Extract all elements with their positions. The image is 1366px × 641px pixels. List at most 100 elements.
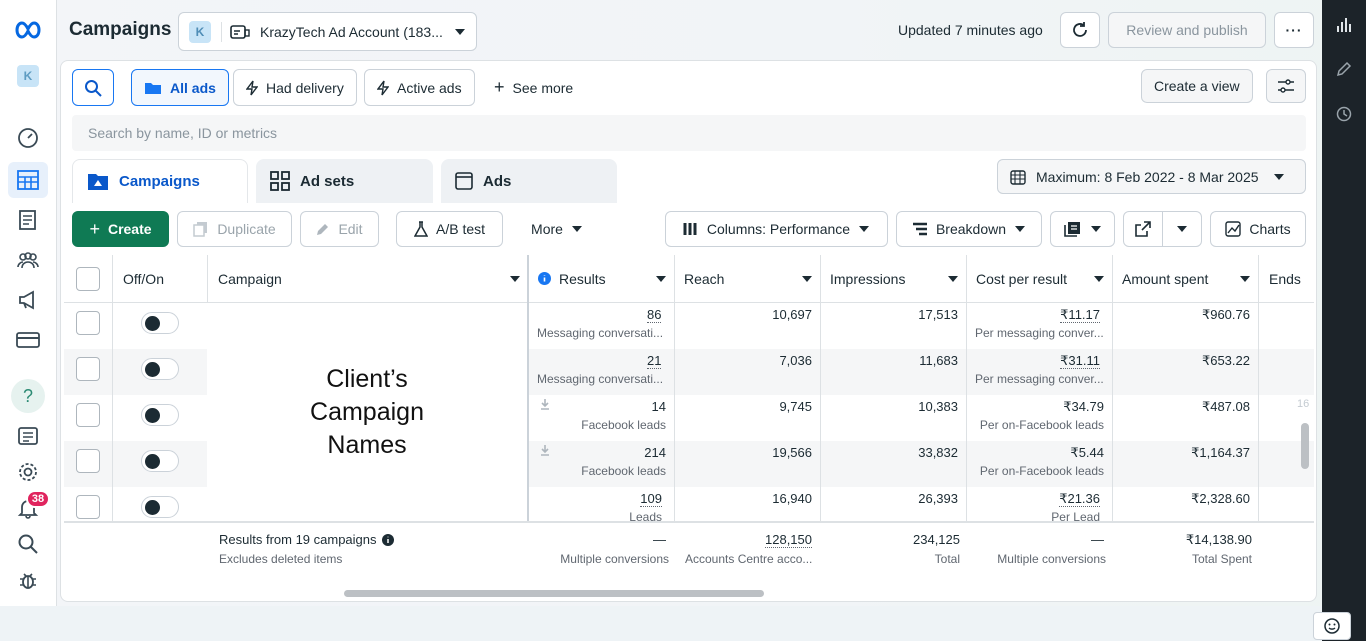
results-value[interactable]: 86 [647, 307, 662, 323]
filter-had-delivery[interactable]: Had delivery [233, 69, 357, 106]
more-dots-icon: ··· [1285, 22, 1303, 38]
search-toggle-button[interactable] [72, 69, 114, 106]
create-button[interactable]: + Create [72, 211, 169, 247]
cost-number: ₹11.17 [1060, 307, 1100, 323]
campaign-toggle[interactable] [141, 450, 179, 472]
more-options-button[interactable]: ··· [1274, 12, 1314, 48]
line-chart-icon [1225, 221, 1242, 237]
edit-button[interactable]: Edit [300, 211, 379, 247]
column-header-campaign[interactable]: Campaign [208, 255, 528, 303]
search-icon[interactable] [8, 526, 48, 562]
column-header-cost-per-result[interactable]: Cost per result [966, 255, 1112, 303]
chevron-down-icon [1273, 173, 1285, 181]
reports-stack-icon [1063, 221, 1082, 237]
pencil-edit-icon[interactable] [1334, 59, 1354, 79]
select-all-checkbox[interactable] [76, 266, 100, 291]
horizontal-scrollbar[interactable] [344, 590, 764, 597]
campaign-toggle[interactable] [141, 404, 179, 426]
divider [221, 21, 222, 42]
cost-value[interactable]: ₹11.17 [966, 307, 1100, 323]
totals-reach[interactable]: 128,150 [674, 532, 812, 548]
column-header-amount-spent[interactable]: Amount spent [1112, 255, 1258, 303]
meta-logo-icon[interactable] [8, 12, 48, 48]
create-view-button[interactable]: Create a view [1141, 69, 1253, 103]
amount-value: ₹2,328.60 [1191, 491, 1250, 506]
column-header-off-on[interactable]: Off/On [112, 255, 208, 303]
campaign-toggle[interactable] [141, 496, 179, 518]
search-input[interactable]: Search by name, ID or metrics [72, 115, 1306, 151]
cost-value[interactable]: ₹31.11 [966, 353, 1100, 369]
cost-type: Per messaging conver... [975, 372, 1104, 386]
dashboard-gauge-icon[interactable] [8, 120, 48, 156]
column-header-ends[interactable]: Ends [1258, 255, 1314, 303]
bug-report-icon[interactable] [8, 562, 48, 598]
create-view-label: Create a view [1154, 78, 1240, 94]
date-range-picker[interactable]: Maximum: 8 Feb 2022 - 8 Mar 2025 [997, 159, 1306, 194]
duplicate-button[interactable]: Duplicate [177, 211, 292, 247]
toggle-knob [145, 316, 160, 331]
cost-value[interactable]: ₹21.36 [966, 491, 1100, 507]
columns-dropdown-button[interactable]: Columns: Performance [665, 211, 888, 247]
see-more-label: See more [512, 79, 574, 96]
tab-campaigns[interactable]: Campaigns [72, 159, 248, 203]
settings-gear-icon[interactable] [8, 454, 48, 490]
plus-icon: + [494, 77, 505, 97]
row-checkbox[interactable] [76, 495, 100, 519]
help-icon[interactable]: ? [8, 378, 48, 414]
pages-icon[interactable] [8, 202, 48, 238]
campaign-toggle[interactable] [141, 358, 179, 380]
account-avatar[interactable]: K [8, 58, 48, 94]
cost-header-label: Cost per result [976, 270, 1068, 287]
reports-icon[interactable] [8, 418, 48, 454]
breakdown-dropdown-button[interactable]: Breakdown [896, 211, 1042, 247]
ab-test-button[interactable]: A/B test [396, 211, 503, 247]
impressions-value: 17,513 [918, 307, 958, 322]
export-options-dropdown[interactable] [1162, 211, 1202, 247]
row-checkbox[interactable] [76, 449, 100, 473]
totals-results: — [653, 532, 666, 547]
vertical-scrollbar[interactable] [1301, 423, 1309, 469]
results-value[interactable]: 21 [647, 353, 662, 369]
reach-value: 10,697 [772, 307, 812, 322]
results-value[interactable]: 109 [528, 491, 662, 507]
results-value: 214 [644, 445, 666, 460]
filter-settings-button[interactable] [1266, 69, 1306, 103]
filter-active-ads[interactable]: Active ads [364, 69, 475, 106]
campaigns-folder-icon [87, 173, 109, 191]
chevron-down-icon [571, 225, 583, 233]
reports-dropdown-button[interactable] [1050, 211, 1115, 247]
campaign-toggle[interactable] [141, 312, 179, 334]
audiences-icon[interactable] [8, 242, 48, 278]
info-icon[interactable] [381, 533, 394, 546]
row-checkbox[interactable] [76, 357, 100, 381]
filter-all-ads[interactable]: All ads [131, 69, 229, 106]
notification-count-badge: 38 [26, 490, 50, 508]
row-checkbox[interactable] [76, 311, 100, 335]
column-header-impressions[interactable]: Impressions [820, 255, 966, 303]
ads-manager-table-icon[interactable] [8, 162, 48, 198]
billing-card-icon[interactable] [8, 322, 48, 358]
ad-account-selector[interactable]: K KrazyTech Ad Account (183... [178, 12, 477, 51]
bar-chart-icon[interactable] [1334, 15, 1354, 35]
account-badge: K [189, 20, 211, 43]
refresh-button[interactable] [1060, 12, 1100, 48]
results-type: Facebook leads [581, 464, 666, 478]
megaphone-icon[interactable] [8, 282, 48, 318]
see-more-filters-button[interactable]: + See more [482, 69, 585, 106]
charts-button[interactable]: Charts [1210, 211, 1306, 247]
bottom-strip [0, 606, 1322, 641]
more-dropdown-button[interactable]: More [516, 211, 598, 247]
column-header-results[interactable]: Results [528, 255, 674, 303]
campaign-names-placeholder: Client’s Campaign Names [310, 364, 424, 459]
tab-ads[interactable]: Ads [441, 159, 617, 203]
tab-ad-sets[interactable]: Ad sets [256, 159, 433, 203]
review-publish-button[interactable]: Review and publish [1108, 12, 1266, 48]
history-clock-icon[interactable] [1334, 104, 1354, 124]
totals-impressions: 234,125 [913, 532, 960, 547]
column-header-reach[interactable]: Reach [674, 255, 820, 303]
export-button[interactable] [1123, 211, 1163, 247]
feedback-button[interactable] [1313, 612, 1351, 640]
reach-value: 7,036 [779, 353, 812, 368]
row-checkbox[interactable] [76, 403, 100, 427]
breakdown-icon [912, 222, 928, 236]
